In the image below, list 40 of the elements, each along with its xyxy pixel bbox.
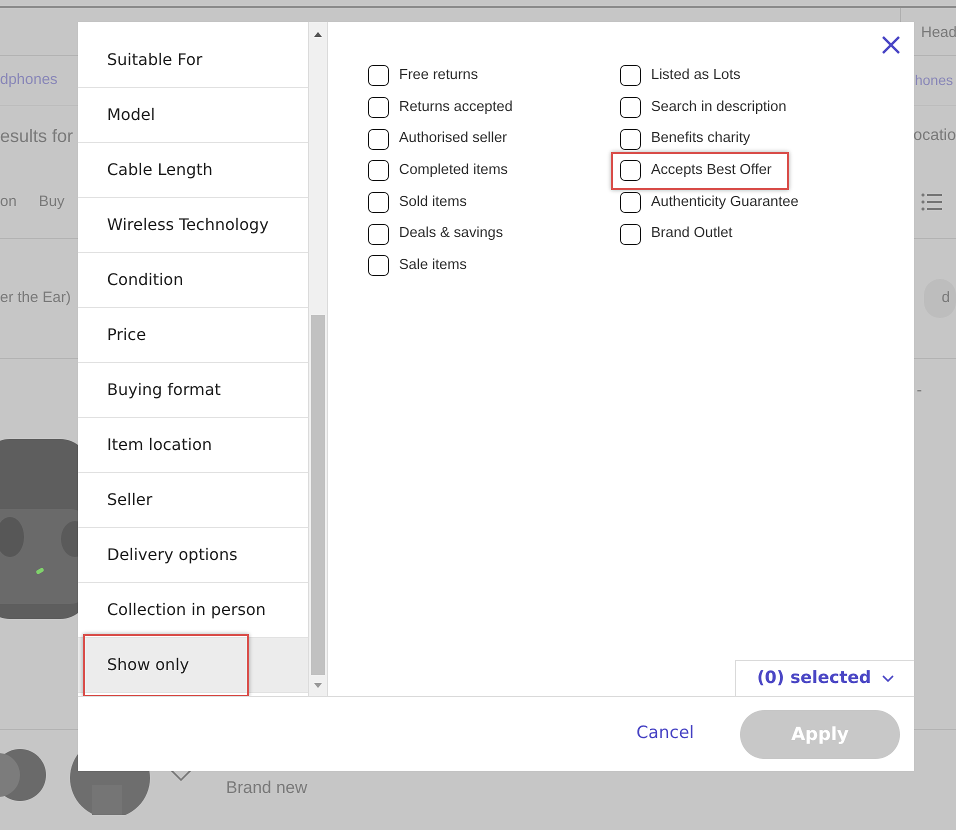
checkbox[interactable] [620,192,641,214]
cancel-button[interactable]: Cancel [630,720,700,748]
option-label: Brand Outlet [651,224,732,244]
chevron-down-icon[interactable] [170,768,192,782]
option-label: Sale items [399,256,467,276]
scrollbar-thumb[interactable] [311,315,325,675]
checkbox[interactable] [620,97,641,118]
close-icon [882,36,900,54]
checkbox[interactable] [368,65,389,86]
chevron-down-icon [882,674,894,682]
condition-text: Brand new [226,777,308,799]
option-label: Benefits charity [651,129,750,148]
option-label: Returns accepted [399,98,513,117]
option-label: Completed items [399,161,508,180]
price-dash: - [916,381,922,401]
checkbox[interactable] [620,128,641,150]
checkbox[interactable] [620,224,641,245]
checkbox[interactable] [368,224,389,245]
option-label: Free returns [399,66,478,85]
option-label: Sold items [399,192,467,212]
option-label: Authenticity Guarantee [651,192,799,212]
selected-dropdown[interactable]: (0) selected [735,660,914,696]
checkbox[interactable] [368,160,389,182]
checkbox[interactable] [368,255,389,276]
checkbox[interactable] [620,160,641,182]
option-label: Search in description [651,98,786,117]
checkbox[interactable] [368,192,389,214]
list-view-icon[interactable] [921,193,943,211]
close-button[interactable] [882,36,900,54]
checkbox[interactable] [620,65,641,86]
option-label: Listed as Lots [651,66,740,85]
checkbox[interactable] [368,128,389,150]
scroll-up-icon[interactable] [314,32,322,37]
option-label: Authorised seller [399,129,507,148]
checkbox[interactable] [368,97,389,118]
option-label: Deals & savings [399,224,503,244]
location-label: ocatio [913,126,956,146]
results-heading: esults for [0,124,74,148]
selected-count: (0) selected [757,666,872,690]
option-label: Accepts Best Offer [651,161,772,180]
